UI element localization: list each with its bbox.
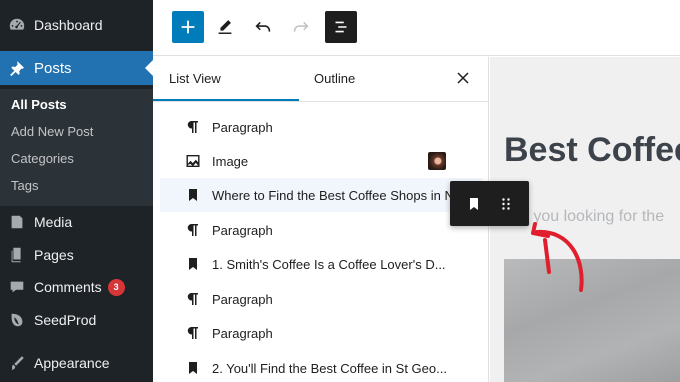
bookmark-icon xyxy=(180,359,206,377)
comments-icon xyxy=(0,278,34,296)
redo-icon xyxy=(293,21,309,32)
panel-tabs: List View Outline xyxy=(153,57,489,102)
bookmark-icon xyxy=(180,186,206,204)
block-label: Image xyxy=(212,153,249,169)
annotation-arrow-icon xyxy=(531,222,584,292)
sidebar-item-appearance[interactable]: Appearance xyxy=(0,346,153,380)
list-item-paragraph[interactable]: Paragraph xyxy=(160,316,482,350)
document-overview-button[interactable] xyxy=(325,11,357,43)
image-icon xyxy=(180,152,206,170)
sidebar-item-label: Appearance xyxy=(34,355,110,371)
sidebar-item-media[interactable]: Media xyxy=(0,205,153,239)
media-icon xyxy=(0,213,34,231)
drag-handle-icon xyxy=(502,197,510,210)
list-item-heading[interactable]: Where to Find the Best Coffee Shops in N… xyxy=(160,178,482,212)
list-item-paragraph[interactable]: Paragraph xyxy=(160,282,482,316)
active-tab-indicator xyxy=(153,99,299,101)
redo-button[interactable] xyxy=(285,11,317,43)
submenu-all-posts[interactable]: All Posts xyxy=(11,97,67,112)
tab-list-view[interactable]: List View xyxy=(169,71,221,86)
block-label: 1. Smith's Coffee Is a Coffee Lover's D.… xyxy=(212,256,446,272)
sidebar-item-label: SeedProd xyxy=(34,312,97,328)
editor-toolbar xyxy=(153,0,680,56)
sidebar-item-label: Comments xyxy=(34,279,102,295)
sidebar-item-dashboard[interactable]: Dashboard xyxy=(0,8,153,42)
pages-icon xyxy=(0,246,34,264)
paragraph-icon xyxy=(180,118,206,136)
block-label: Where to Find the Best Coffee Shops in N… xyxy=(212,187,472,203)
list-view-icon xyxy=(335,21,347,33)
comments-count-badge: 3 xyxy=(107,278,125,296)
close-panel-button[interactable] xyxy=(453,68,473,88)
block-label: Paragraph xyxy=(212,222,273,238)
block-label: Paragraph xyxy=(212,325,273,341)
block-type-button[interactable] xyxy=(459,187,489,221)
paragraph-icon xyxy=(180,290,206,308)
plus-icon xyxy=(181,20,195,34)
list-item-paragraph[interactable]: Paragraph xyxy=(160,110,482,144)
sidebar-item-posts[interactable]: Posts xyxy=(0,51,153,85)
paragraph-icon xyxy=(180,221,206,239)
list-item-heading[interactable]: 1. Smith's Coffee Is a Coffee Lover's D.… xyxy=(160,247,482,281)
block-label: Paragraph xyxy=(212,291,273,307)
list-item-image[interactable]: Image xyxy=(160,144,482,178)
drag-handle[interactable] xyxy=(491,187,521,221)
sidebar-item-label: Pages xyxy=(34,247,74,263)
posts-submenu: All Posts Add New Post Categories Tags xyxy=(0,89,153,206)
dashboard-icon xyxy=(0,16,34,34)
paragraph-icon xyxy=(180,324,206,342)
sidebar-item-label: Media xyxy=(34,214,73,230)
admin-sidebar: Dashboard Posts All Posts Add New Post C… xyxy=(0,0,153,382)
appearance-icon xyxy=(0,354,34,372)
sidebar-item-label: Posts xyxy=(34,59,72,77)
pin-icon xyxy=(0,59,34,77)
sidebar-item-pages[interactable]: Pages xyxy=(0,238,153,272)
image-thumbnail xyxy=(428,152,446,170)
close-icon xyxy=(457,72,469,84)
tab-outline[interactable]: Outline xyxy=(314,71,355,86)
pencil-icon xyxy=(218,20,232,34)
submenu-categories[interactable]: Categories xyxy=(11,151,74,166)
block-label: Paragraph xyxy=(212,119,273,135)
bookmark-icon xyxy=(180,255,206,273)
add-block-button[interactable] xyxy=(172,11,204,43)
edit-tools-button[interactable] xyxy=(209,11,241,43)
list-view-panel: List View Outline Paragraph Image Where … xyxy=(153,57,489,382)
post-title[interactable]: Best Coffee xyxy=(504,131,680,170)
list-item-heading[interactable]: 2. You'll Find the Best Coffee in St Geo… xyxy=(160,351,482,382)
block-label: 2. You'll Find the Best Coffee in St Geo… xyxy=(212,360,447,376)
submenu-add-new-post[interactable]: Add New Post xyxy=(11,124,93,139)
undo-button[interactable] xyxy=(247,11,279,43)
submenu-tags[interactable]: Tags xyxy=(11,178,38,193)
undo-icon xyxy=(255,21,271,32)
list-item-paragraph[interactable]: Paragraph xyxy=(160,213,482,247)
seedprod-icon xyxy=(0,311,34,329)
sidebar-item-seedprod[interactable]: SeedProd xyxy=(0,303,153,337)
sidebar-item-comments[interactable]: Comments 3 xyxy=(0,270,153,304)
bookmark-icon xyxy=(470,197,478,210)
sidebar-item-label: Dashboard xyxy=(34,17,103,33)
